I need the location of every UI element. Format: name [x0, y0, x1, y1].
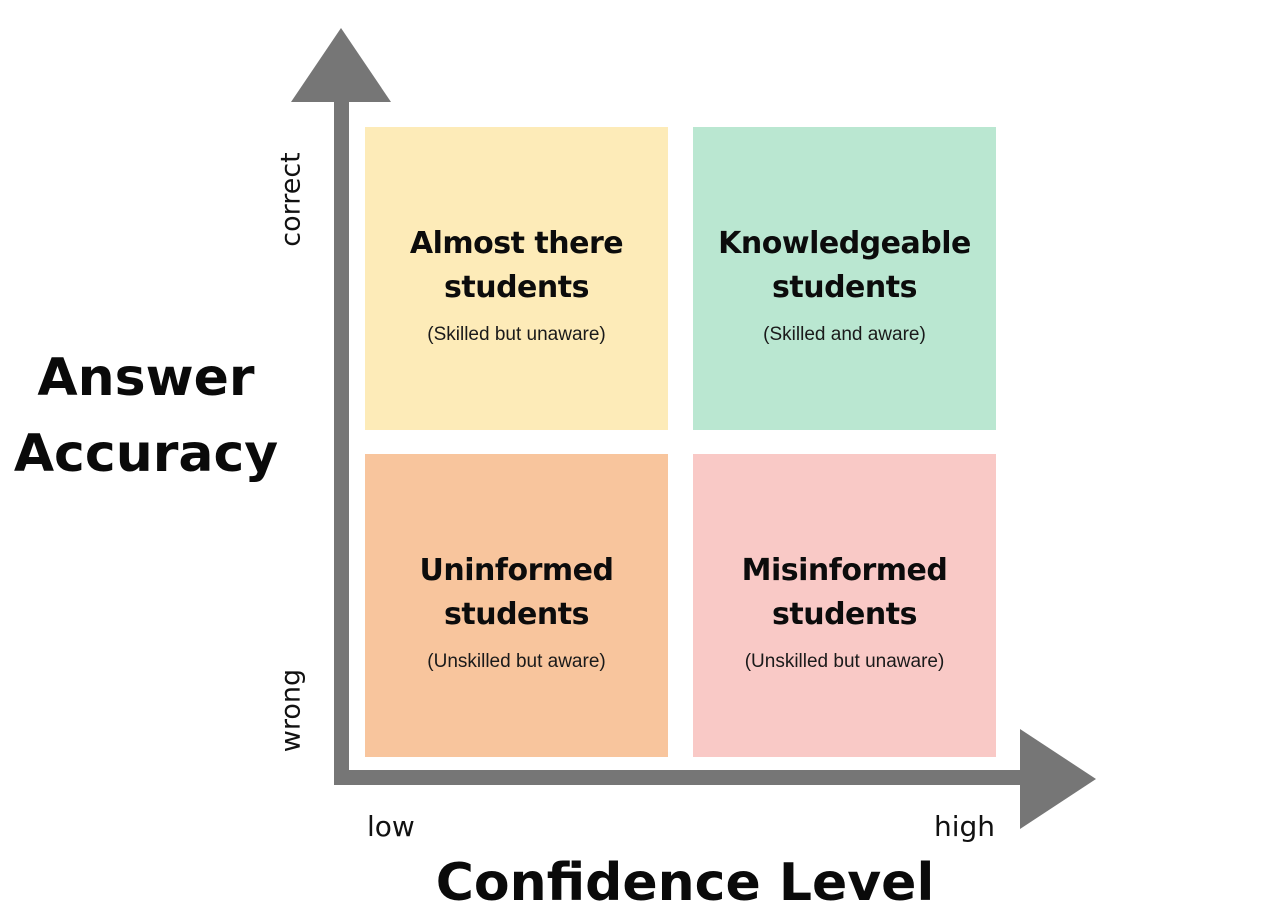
quadrant-misinformed: Misinformed students (Unskilled but unaw…	[693, 454, 996, 757]
quadrant-title: Misinformed students	[741, 552, 948, 632]
y-axis-line	[334, 95, 349, 785]
arrow-up-icon	[291, 28, 391, 102]
quadrant-almost-there: Almost there students (Skilled but unawa…	[365, 127, 668, 430]
quadrant-title: Uninformed students	[419, 552, 614, 632]
y-axis-top-label: correct	[275, 152, 307, 247]
quadrant-knowledgeable: Knowledgeable students (Skilled and awar…	[693, 127, 996, 430]
quadrant-subtitle: (Unskilled but unaware)	[744, 650, 945, 672]
quadrant-subtitle: (Unskilled but aware)	[427, 650, 606, 672]
y-axis-bottom-label: wrong	[275, 668, 307, 753]
confidence-accuracy-matrix: Almost there students (Skilled but unawa…	[0, 0, 1280, 923]
x-axis-line	[334, 770, 1034, 785]
quadrant-subtitle: (Skilled but unaware)	[427, 323, 606, 345]
quadrant-uninformed: Uninformed students (Unskilled but aware…	[365, 454, 668, 757]
quadrant-subtitle: (Skilled and aware)	[763, 323, 926, 345]
x-axis-left-label: low	[367, 810, 415, 843]
y-axis-title: Answer Accuracy	[13, 348, 279, 484]
quadrant-title: Knowledgeable students	[718, 225, 971, 305]
x-axis-right-label: high	[934, 810, 996, 843]
arrow-right-icon	[1020, 729, 1096, 829]
x-axis-title: Confidence Level	[435, 853, 935, 913]
quadrant-title: Almost there students	[409, 225, 624, 305]
